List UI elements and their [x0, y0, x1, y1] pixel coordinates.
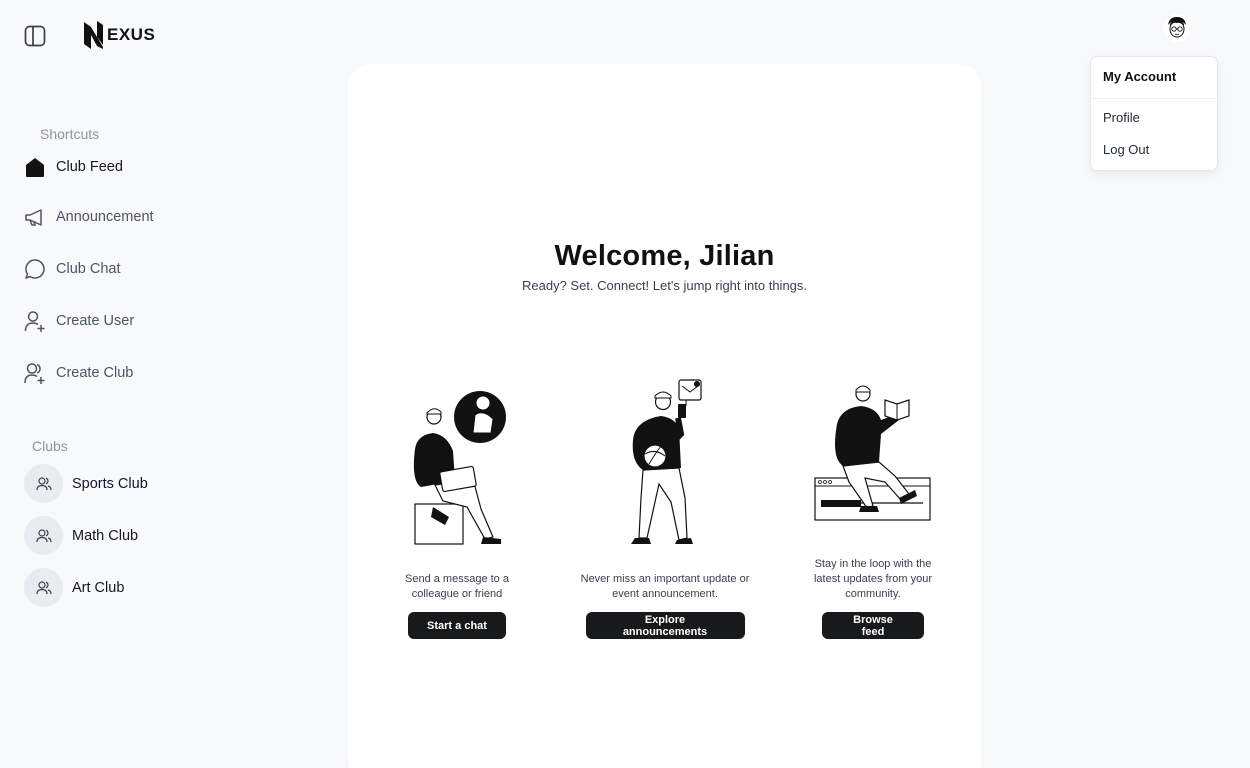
sidebar-item-label: Club Chat [56, 261, 121, 277]
feature-description: Send a message to a colleague or friend [405, 573, 509, 600]
sidebar-club-art[interactable]: Art Club [24, 568, 124, 607]
avatar-face-icon [1163, 14, 1191, 42]
sidebar-item-label: Create User [56, 313, 135, 329]
shortcuts-section-label: Shortcuts [40, 126, 100, 142]
menu-item-log-out[interactable]: Log Out [1103, 142, 1149, 157]
megaphone-icon [24, 206, 46, 228]
sidebar-item-announcement[interactable]: Announcement [24, 204, 154, 230]
user-avatar[interactable] [1163, 14, 1191, 42]
feature-announcements: Never miss an important update or event … [575, 572, 755, 639]
user-plus-icon [24, 310, 46, 332]
feature-description: Never miss an important update or event … [580, 573, 750, 600]
clubs-section-label: Clubs [32, 438, 68, 454]
users-plus-icon [24, 362, 46, 384]
home-icon [24, 156, 46, 178]
sidebar-club-sports[interactable]: Sports Club [24, 464, 148, 503]
feature-chat: Send a message to a colleague or friend … [367, 572, 547, 639]
account-dropdown-menu: My Account Profile Log Out [1090, 56, 1218, 171]
users-icon [24, 464, 63, 503]
users-icon [24, 516, 63, 555]
feed-illustration [814, 385, 931, 521]
welcome-card: Welcome, Jilian Ready? Set. Connect! Let… [348, 64, 981, 768]
dropdown-divider [1091, 98, 1217, 99]
explore-announcements-button[interactable]: Explore announcements [585, 612, 745, 639]
sidebar-item-create-user[interactable]: Create User [24, 308, 134, 334]
sidebar-club-math[interactable]: Math Club [24, 516, 138, 555]
chat-icon [24, 258, 46, 280]
sidebar-item-create-club[interactable]: Create Club [24, 360, 133, 386]
club-label: Sports Club [72, 475, 148, 492]
sidebar-item-club-chat[interactable]: Club Chat [24, 256, 120, 282]
start-chat-button[interactable]: Start a chat [408, 612, 506, 639]
sidebar-item-label: Create Club [56, 365, 134, 381]
dropdown-header: My Account [1103, 69, 1177, 84]
logo-text: EXUS [107, 25, 156, 44]
announcement-illustration [631, 379, 702, 544]
feature-feed: Stay in the loop with the latest updates… [783, 557, 963, 639]
logo-mark-icon [84, 21, 103, 49]
menu-item-profile[interactable]: Profile [1103, 110, 1140, 125]
app-logo[interactable]: EXUS [83, 19, 155, 51]
browse-feed-button[interactable]: Browse feed [822, 612, 924, 639]
panel-left-icon [24, 25, 46, 47]
club-label: Art Club [72, 579, 125, 596]
users-icon [24, 568, 63, 607]
sidebar-toggle-button[interactable] [24, 25, 46, 47]
sidebar-item-label: Club Feed [56, 159, 123, 175]
sidebar-item-club-feed[interactable]: Club Feed [24, 154, 123, 180]
chat-illustration [413, 391, 506, 545]
page-title: Welcome, Jilian [554, 240, 775, 272]
club-label: Math Club [72, 527, 139, 544]
sidebar-item-label: Announcement [56, 209, 154, 225]
page-subtitle: Ready? Set. Connect! Let's jump right in… [521, 278, 808, 293]
feature-description: Stay in the loop with the latest updates… [813, 558, 932, 600]
